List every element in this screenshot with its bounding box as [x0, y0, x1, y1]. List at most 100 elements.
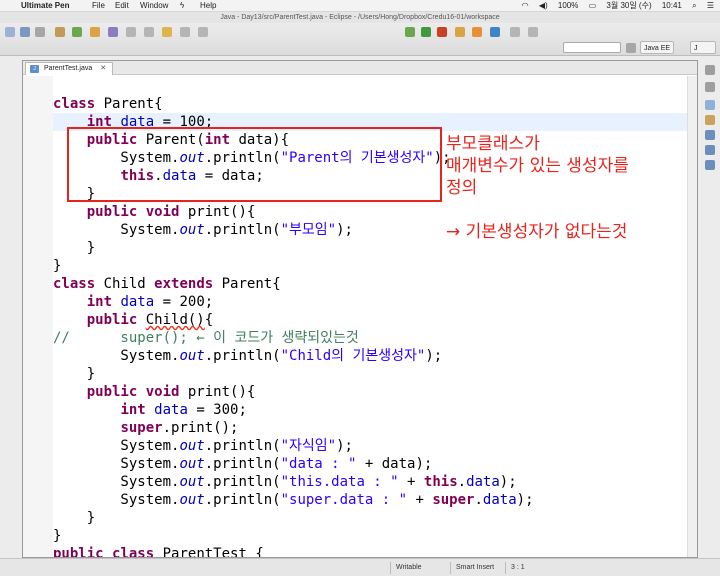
back-icon[interactable]	[510, 27, 520, 37]
menu-file[interactable]: File	[92, 0, 105, 12]
code-line[interactable]: 21 System.out.println("자식임");	[53, 437, 697, 455]
code-text: }	[53, 258, 62, 274]
prev-annotation-icon[interactable]	[198, 27, 208, 37]
menu-window[interactable]: Window	[140, 0, 168, 12]
code-line[interactable]: 17 }	[53, 365, 697, 383]
code-line[interactable]: 26}	[53, 527, 697, 545]
app-name[interactable]: Ultimate Pen	[21, 0, 69, 12]
code-line[interactable]: 12class Child extends Parent{	[53, 275, 697, 293]
clock-time[interactable]: 10:41	[662, 1, 682, 10]
code-line[interactable]: 11}	[53, 257, 697, 275]
debug-icon[interactable]	[405, 27, 415, 37]
code-line[interactable]: 27public class ParentTest {	[53, 545, 697, 557]
javadoc-icon[interactable]	[705, 145, 715, 155]
restore-icon[interactable]	[705, 65, 715, 75]
perspective-java[interactable]: J	[690, 41, 716, 54]
menu-help[interactable]: Help	[200, 0, 216, 12]
status-cursor-position: 3 : 1	[511, 564, 525, 571]
battery-percent[interactable]: 100%	[558, 1, 578, 10]
outline-icon[interactable]	[705, 115, 715, 125]
code-text: System.out.println("자식임");	[53, 438, 353, 454]
open-type-icon[interactable]	[90, 27, 100, 37]
code-text: class Parent{	[53, 96, 163, 112]
line-number-gutter	[23, 76, 53, 557]
editor-scrollbar[interactable]	[687, 76, 697, 557]
run-icon[interactable]	[72, 27, 82, 37]
code-line[interactable]: 14 public Child(){⊗	[53, 311, 697, 329]
right-trim-bar	[700, 60, 720, 180]
mac-menu-bar: Ultimate Pen File Edit Window ϟ Help ◠ ◀…	[0, 0, 720, 12]
package-explorer-icon[interactable]	[705, 100, 715, 110]
status-insert-mode: Smart Insert	[456, 564, 495, 571]
bolt-icon[interactable]: ϟ	[180, 0, 184, 12]
tab-label: ParentTest.java	[44, 65, 93, 72]
run-as-icon[interactable]	[421, 27, 431, 37]
code-text: public Child(){	[86, 312, 214, 328]
maximize-icon[interactable]	[705, 82, 715, 92]
code-text: int data = 200;	[86, 294, 214, 310]
wifi-icon[interactable]: ◠	[522, 1, 529, 10]
problems-icon[interactable]	[705, 130, 715, 140]
code-line[interactable]: 2class Parent{	[53, 95, 697, 113]
code-text: public void print(){	[86, 384, 256, 400]
close-tab-icon[interactable]: ✕	[100, 65, 106, 72]
volume-icon[interactable]: ◀)	[539, 1, 548, 10]
battery-icon[interactable]: ▭	[589, 1, 597, 10]
status-separator	[450, 562, 451, 574]
annotation-line-2: 매개변수가 있는 생성자를	[446, 156, 629, 176]
code-text: }	[53, 366, 96, 382]
new-java-project-icon[interactable]	[455, 27, 465, 37]
code-text: System.out.println("this.data : " + this…	[53, 474, 517, 490]
quick-access-input[interactable]	[563, 42, 621, 53]
new-icon[interactable]	[5, 27, 15, 37]
save-all-icon[interactable]	[35, 27, 45, 37]
annotation-icon[interactable]	[162, 27, 172, 37]
forward-icon[interactable]	[528, 27, 538, 37]
code-text: System.out.println("Child의 기본생성자");	[53, 348, 443, 364]
code-text: super.print();	[120, 420, 239, 436]
save-icon[interactable]	[20, 27, 30, 37]
code-line[interactable]: 19 int data = 300;	[53, 401, 697, 419]
open-perspective-icon[interactable]	[626, 43, 636, 53]
code-line[interactable]: 13 int data = 200;	[53, 293, 697, 311]
status-menu-extras: ◠ ◀) 100% ▭ 3월 30일 (수) 10:41 ⌕ ☰	[514, 0, 714, 12]
code-line[interactable]: 16 System.out.println("Child의 기본생성자");	[53, 347, 697, 365]
annotation-highlight-box	[67, 127, 442, 202]
code-line[interactable]: 20 super.print();	[53, 419, 697, 437]
java-file-icon: J	[30, 65, 39, 73]
new-package-icon[interactable]	[472, 27, 482, 37]
console-icon[interactable]	[705, 160, 715, 170]
clock-date[interactable]: 3월 30일 (수)	[606, 1, 651, 10]
status-separator	[505, 562, 506, 574]
code-line[interactable]: 1	[53, 77, 697, 95]
code-text: public class ParentTest {	[53, 546, 264, 557]
new-class-icon[interactable]	[490, 27, 500, 37]
code-line[interactable]: 23 System.out.println("this.data : " + t…	[53, 473, 697, 491]
perspective-java-ee[interactable]: Java EE	[640, 41, 675, 54]
code-line[interactable]: 18 public void print(){▴	[53, 383, 697, 401]
eclipse-toolbar: Java EE J	[0, 23, 720, 56]
toggle-mark-icon[interactable]	[126, 27, 136, 37]
external-tools-icon[interactable]	[437, 27, 447, 37]
build-icon[interactable]	[55, 27, 65, 37]
code-line[interactable]: 8 public void print(){⊖	[53, 203, 697, 221]
code-line[interactable]: 15// super(); ← 이 코드가 생략되있는것	[53, 329, 697, 347]
code-line[interactable]: 24 System.out.println("super.data : " + …	[53, 491, 697, 509]
code-line[interactable]: 22 System.out.println("data : " + data);	[53, 455, 697, 473]
code-line[interactable]: 25 }	[53, 509, 697, 527]
notification-center-icon[interactable]: ☰	[707, 1, 714, 10]
search-tool-icon[interactable]	[108, 27, 118, 37]
code-text: class Child extends Parent{	[53, 276, 281, 292]
code-text: System.out.println("super.data : " + sup…	[53, 492, 534, 508]
annotation-line-4: → 기본생성자가 없다는것	[446, 222, 628, 242]
menu-edit[interactable]: Edit	[115, 0, 129, 12]
annotation-line-3: 정의	[446, 178, 478, 198]
next-annotation-icon[interactable]	[180, 27, 190, 37]
code-text: System.out.println("data : " + data);	[53, 456, 433, 472]
code-text: }	[53, 510, 96, 526]
code-text: }	[53, 528, 62, 544]
spotlight-icon[interactable]: ⌕	[692, 1, 696, 10]
code-text: public void print(){	[86, 204, 256, 220]
format-icon[interactable]	[144, 27, 154, 37]
tab-parenttest-java[interactable]: J ParentTest.java ✕	[25, 62, 114, 75]
